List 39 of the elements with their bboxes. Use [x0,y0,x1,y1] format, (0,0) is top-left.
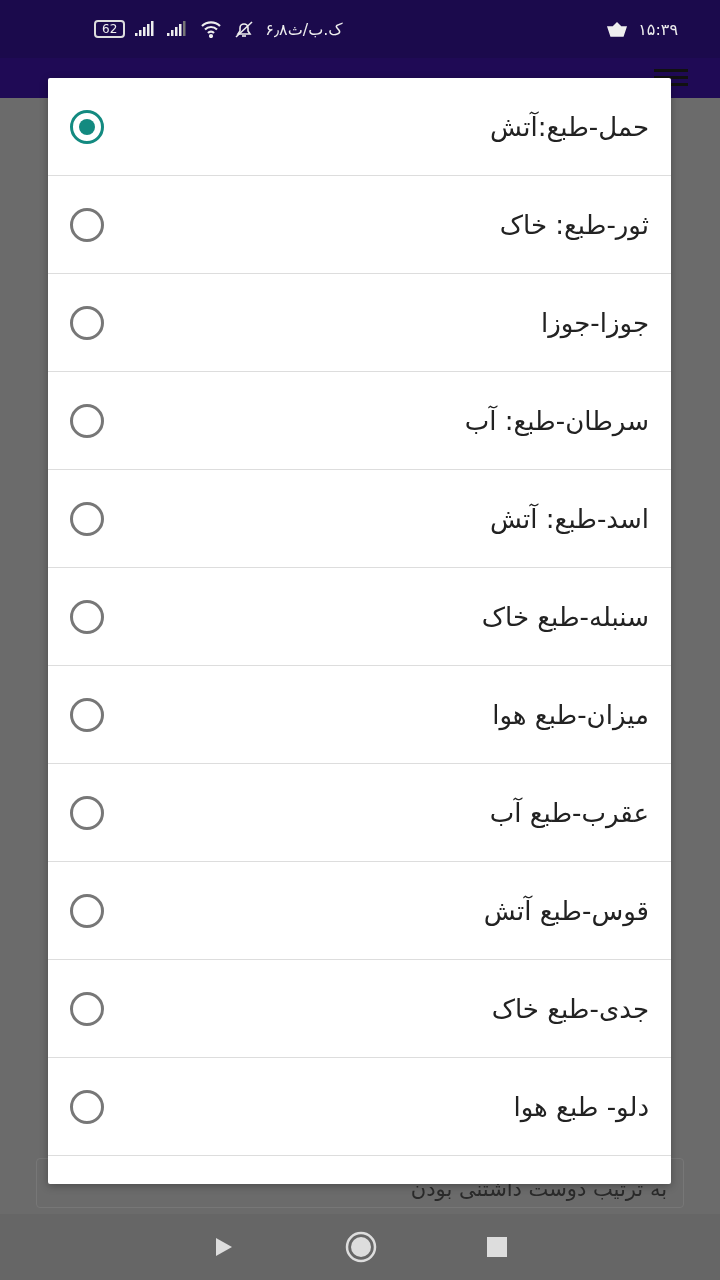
recents-icon [487,1237,507,1257]
option-row[interactable]: عقرب-طبع آب [48,764,671,862]
option-label: سنبله-طبع خاک [481,601,649,632]
option-row[interactable]: سرطان-طبع: آب [48,372,671,470]
option-label: اسد-طبع: آتش [489,503,649,534]
radio-button[interactable] [70,305,104,340]
option-row[interactable]: میزان-طبع هوا [48,666,671,764]
option-label: جوزا-جوزا [541,307,649,338]
network-speed: ۶٫۸ک.ب/ث [265,19,343,39]
clock: ۱۵:۳۹ [638,19,678,39]
option-row[interactable]: دلو- طبع هوا [48,1058,671,1156]
option-label: حمل-طبع:آتش [490,111,649,142]
option-label: قوس-طبع آتش [483,895,649,926]
option-row[interactable]: جدی-طبع خاک [48,960,671,1058]
option-row[interactable]: حمل-طبع:آتش [48,78,671,176]
radio-button[interactable] [70,599,104,634]
radio-button[interactable] [70,893,104,928]
option-row[interactable]: قوس-طبع آتش [48,862,671,960]
radio-button[interactable] [70,501,104,536]
option-label: ثور-طبع: خاک [499,209,649,240]
option-row[interactable]: سنبله-طبع خاک [48,568,671,666]
radio-button[interactable] [70,207,104,242]
radio-button[interactable] [70,795,104,830]
home-icon [345,1231,377,1263]
option-row[interactable]: اسد-طبع: آتش [48,470,671,568]
option-row[interactable]: ثور-طبع: خاک [48,176,671,274]
option-label: سرطان-طبع: آب [464,405,649,436]
option-row[interactable]: جوزا-جوزا [48,274,671,372]
radio-button[interactable] [70,697,104,732]
option-label: میزان-طبع هوا [492,699,649,730]
basket-icon [606,20,629,38]
radio-button[interactable] [70,1089,104,1124]
option-label: جدی-طبع خاک [491,993,649,1024]
battery-icon: 62 [94,20,126,38]
option-label: دلو- طبع هوا [513,1091,649,1122]
radio-button[interactable] [70,109,104,144]
radio-button[interactable] [70,991,104,1026]
option-label: عقرب-طبع آب [489,797,649,828]
radio-button[interactable] [70,403,104,438]
